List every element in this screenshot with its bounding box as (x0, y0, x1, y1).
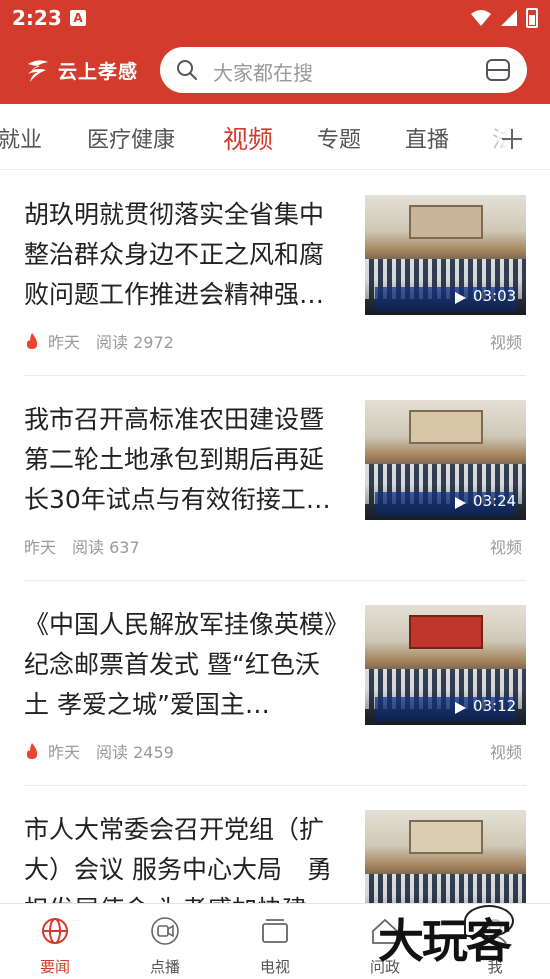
status-bar: 2:23 A (0, 0, 550, 36)
news-time: 昨天 (48, 743, 81, 762)
battery-icon (526, 8, 538, 28)
tab-special-topics[interactable]: 专题 (317, 122, 361, 154)
nav-news[interactable]: 要闻 (0, 904, 110, 979)
nav-label: 要闻 (39, 958, 70, 976)
video-duration: 03:24 (473, 492, 517, 510)
scan-icon[interactable] (485, 57, 511, 83)
logo-text: 云上孝感 (58, 60, 139, 83)
hot-fire-icon (26, 743, 38, 759)
tv-icon (262, 919, 288, 943)
news-title: 《中国人民解放军挂像英模》纪念邮票首发式 暨“红色沃土 孝爱之城”爱国主… (24, 610, 337, 719)
video-duration: 03:03 (473, 287, 517, 305)
status-time: 2:23 (12, 6, 62, 30)
news-type-tag: 视频 (489, 538, 522, 557)
system-icons (470, 8, 538, 28)
globe-icon (42, 918, 68, 944)
news-reads: 阅读 637 (72, 538, 140, 557)
search-bar[interactable]: 大家都在搜 (160, 47, 527, 93)
news-time: 昨天 (48, 333, 81, 352)
news-feed: 胡玖明就贯彻落实全省集中整治群众身边不正之风和腐败问题工作推进会精神强… 昨天 … (0, 171, 550, 903)
video-camera-icon (151, 917, 179, 945)
notification-app-icon: A (70, 10, 86, 26)
news-reads: 阅读 2459 (96, 743, 174, 762)
play-icon (455, 497, 466, 509)
video-thumbnail[interactable]: 03:03 (365, 195, 526, 315)
video-thumbnail[interactable] (365, 810, 526, 903)
play-icon (455, 292, 466, 304)
tab-video[interactable]: 视频 (223, 120, 273, 156)
news-title: 市人大常委会召开党组（扩大）会议 服务中心大局 勇担发展使命 为孝感加快建 (24, 815, 332, 903)
search-placeholder: 大家都在搜 (213, 61, 313, 85)
news-title: 我市召开高标准农田建设暨第二轮土地承包到期后再延长30年试点与有效衔接工… (24, 405, 331, 514)
news-time: 昨天 (24, 538, 57, 557)
search-icon (177, 60, 197, 80)
watermark: 大玩客 (378, 914, 512, 968)
news-item[interactable]: 市人大常委会召开党组（扩大）会议 服务中心大局 勇担发展使命 为孝感加快建 (0, 786, 550, 903)
add-channel-icon[interactable] (501, 128, 523, 150)
news-item[interactable]: 我市召开高标准农田建设暨第二轮土地承包到期后再延长30年试点与有效衔接工… 昨天… (0, 376, 550, 581)
news-reads: 阅读 2972 (96, 333, 174, 352)
news-title: 胡玖明就贯彻落实全省集中整治群众身边不正之风和腐败问题工作推进会精神强… (24, 200, 325, 309)
nav-label: 电视 (259, 958, 290, 976)
news-type-tag: 视频 (489, 333, 522, 352)
play-icon (455, 702, 466, 714)
news-meta: 昨天 阅读 2459 (24, 739, 174, 763)
news-item[interactable]: 胡玖明就贯彻落实全省集中整治群众身边不正之风和腐败问题工作推进会精神强… 昨天 … (0, 171, 550, 376)
nav-tv[interactable]: 电视 (220, 904, 330, 979)
signal-icon (501, 10, 517, 26)
app-logo[interactable]: 云上孝感 (24, 56, 138, 84)
video-duration: 03:12 (473, 697, 517, 715)
video-thumbnail[interactable]: 03:24 (365, 400, 526, 520)
hot-fire-icon (26, 333, 38, 349)
tab-employment[interactable]: 就业 (0, 122, 42, 154)
app-header: 2:23 A 云上孝感 大家都在搜 (0, 0, 550, 104)
tab-live[interactable]: 直播 (405, 122, 449, 154)
news-meta: 昨天 阅读 637 (24, 534, 140, 558)
news-item[interactable]: 《中国人民解放军挂像英模》纪念邮票首发式 暨“红色沃土 孝爱之城”爱国主… 昨天… (0, 581, 550, 786)
channel-tabs: 就业 医疗健康 视频 专题 直播 法 (0, 104, 550, 170)
nav-on-demand[interactable]: 点播 (110, 904, 220, 979)
video-thumbnail[interactable]: 03:12 (365, 605, 526, 725)
nav-label: 点播 (149, 958, 180, 976)
news-type-tag: 视频 (489, 743, 522, 762)
tab-health[interactable]: 医疗健康 (87, 122, 175, 154)
news-meta: 昨天 阅读 2972 (24, 329, 174, 353)
logo-mark-icon (28, 60, 48, 82)
wifi-icon (471, 10, 491, 26)
